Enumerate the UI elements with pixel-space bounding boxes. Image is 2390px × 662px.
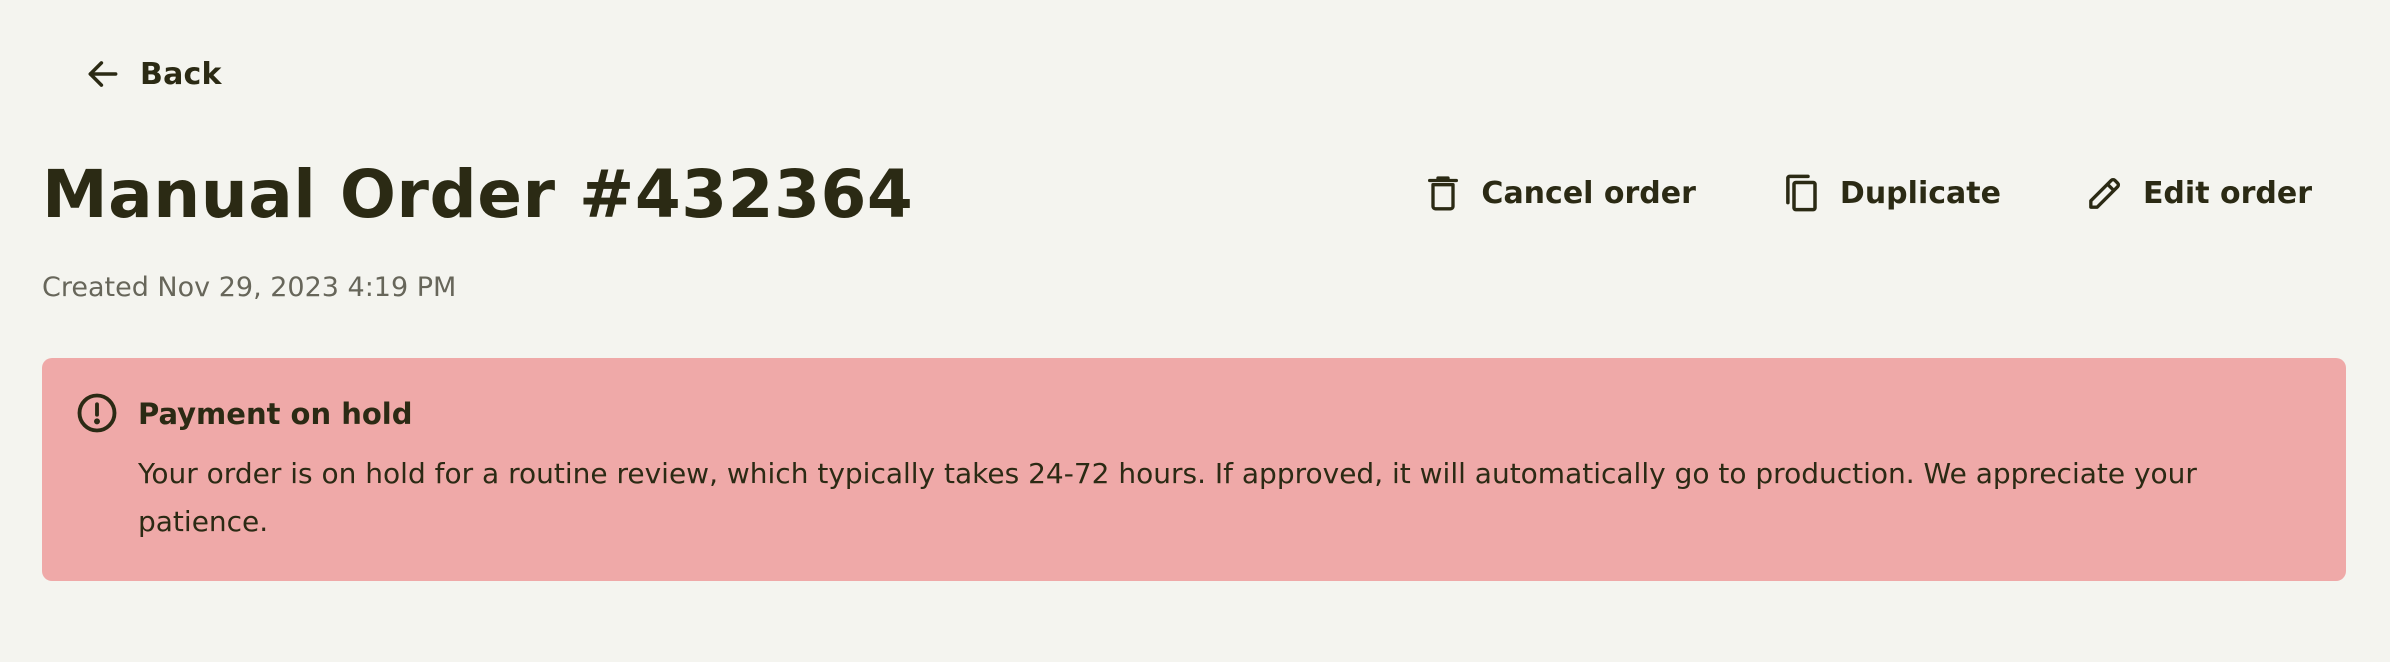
created-timestamp: Created Nov 29, 2023 4:19 PM (42, 272, 457, 303)
cancel-order-label: Cancel order (1481, 175, 1696, 211)
edit-order-label: Edit order (2142, 175, 2312, 211)
alert-circle-icon (76, 392, 118, 434)
copy-icon (1780, 172, 1822, 214)
duplicate-label: Duplicate (1839, 175, 2001, 211)
back-label: Back (140, 56, 222, 92)
alert-title: Payment on hold (138, 397, 413, 431)
arrow-left-icon (84, 55, 122, 93)
alert-message: Your order is on hold for a routine revi… (138, 457, 2197, 538)
pencil-icon (2085, 173, 2125, 213)
trash-icon (1423, 173, 1463, 213)
payment-hold-alert: Payment on hold Your order is on hold fo… (42, 358, 2346, 581)
edit-order-button[interactable]: Edit order (2085, 173, 2312, 213)
cancel-order-button[interactable]: Cancel order (1423, 173, 1696, 213)
page-title: Manual Order #432364 (42, 156, 914, 233)
duplicate-button[interactable]: Duplicate (1780, 172, 2001, 214)
back-button[interactable]: Back (84, 50, 222, 98)
order-actions: Cancel order Duplicate Edit order (1423, 163, 2312, 223)
